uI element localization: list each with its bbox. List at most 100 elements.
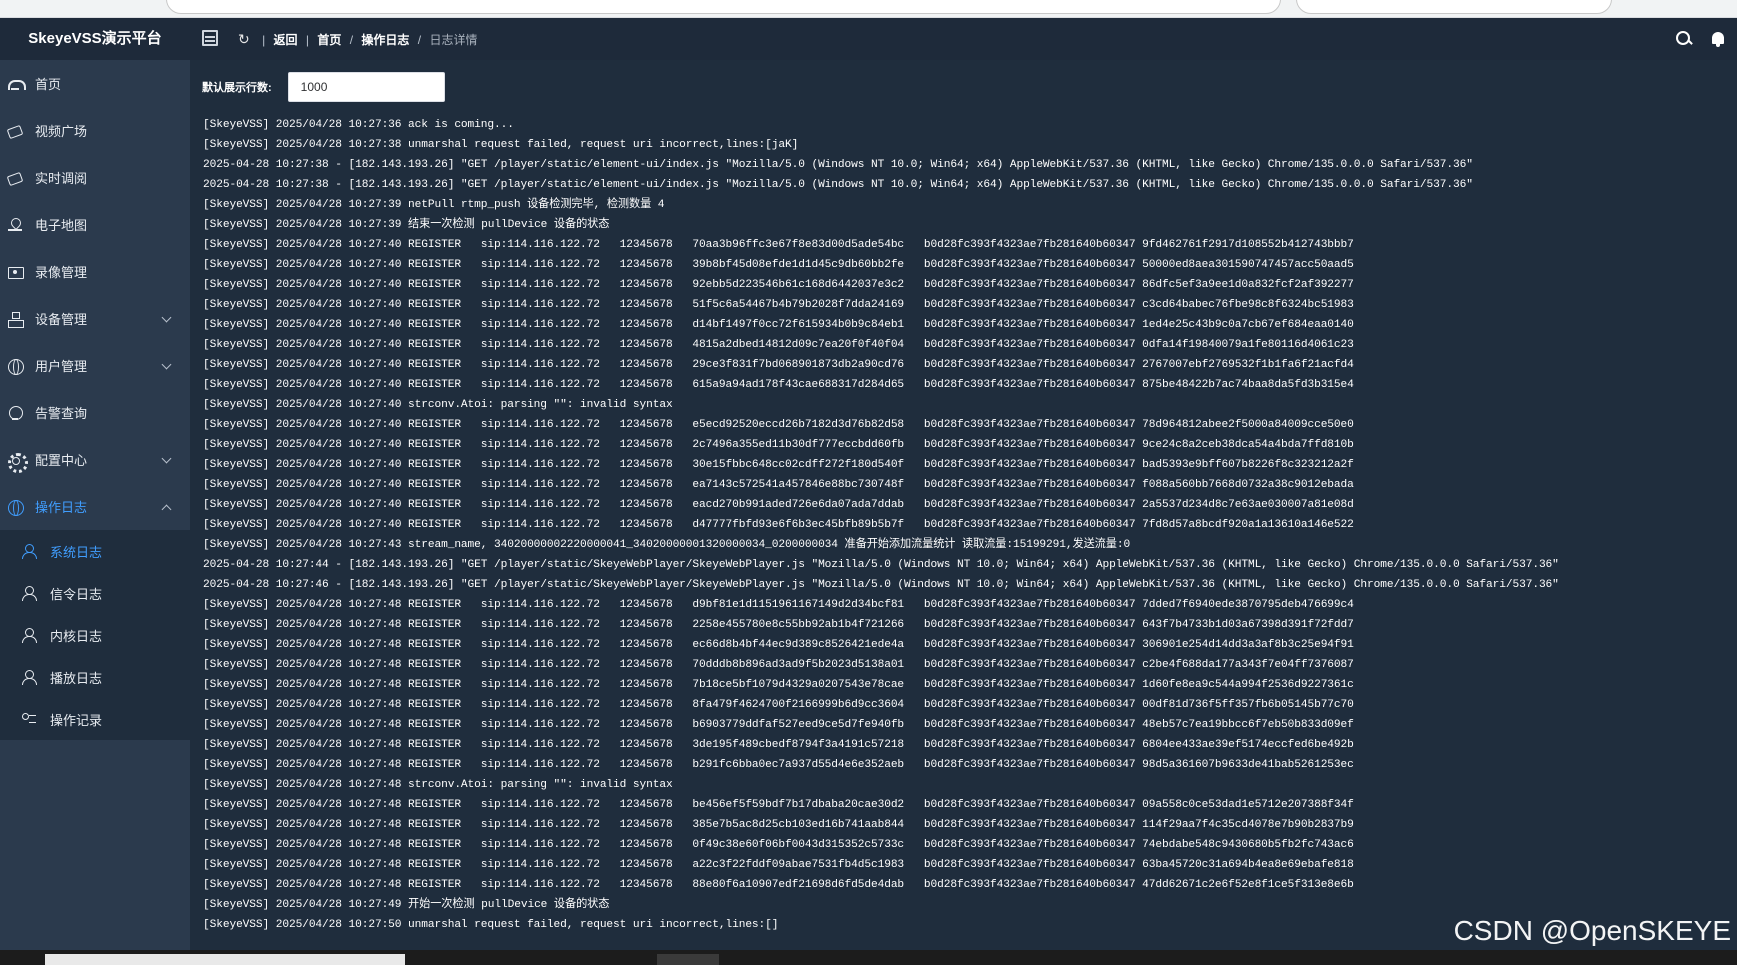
log-line: [SkeyeVSS] 2025/04/28 10:27:40 REGISTER … xyxy=(203,499,1354,511)
submenu-item-label: 内核日志 xyxy=(50,628,103,644)
video-icon xyxy=(8,171,22,185)
breadcrumb-separator: / xyxy=(417,33,422,47)
log-line: [SkeyeVSS] 2025/04/28 10:27:48 REGISTER … xyxy=(203,859,1354,871)
log-line: [SkeyeVSS] 2025/04/28 10:27:48 REGISTER … xyxy=(203,759,1354,771)
chevron-down-icon xyxy=(161,359,172,370)
device-icon xyxy=(8,311,24,328)
breadcrumb-current: 日志详情 xyxy=(429,33,478,47)
breadcrumb-bar: | xyxy=(305,33,310,47)
log-line: 2025-04-28 10:27:38 - [182.143.193.26] "… xyxy=(203,159,1473,171)
log-line: [SkeyeVSS] 2025/04/28 10:27:48 strconv.A… xyxy=(203,779,673,791)
log-line: [SkeyeVSS] 2025/04/28 10:27:40 REGISTER … xyxy=(203,519,1354,531)
submenu-item-label: 信令日志 xyxy=(50,586,103,602)
watermark: CSDN @OpenSKEYE xyxy=(1453,915,1731,946)
submenu-item-kernel-log[interactable]: 内核日志 xyxy=(0,614,190,656)
sidebar-item-recordings[interactable]: 录像管理 xyxy=(0,248,190,295)
chevron-down-icon xyxy=(161,312,172,323)
submenu-item-label: 系统日志 xyxy=(50,544,103,560)
menu-toggle-icon[interactable] xyxy=(202,30,218,46)
log-line: [SkeyeVSS] 2025/04/28 10:27:38 unmarshal… xyxy=(203,139,799,151)
log-line: [SkeyeVSS] 2025/04/28 10:27:48 REGISTER … xyxy=(203,639,1354,651)
sidebar-item-label: 设备管理 xyxy=(35,312,88,327)
submenu-item-signaling-log[interactable]: 信令日志 xyxy=(0,572,190,614)
sidebar: 首页 视频广场 实时调阅 电子地图 录像管理 设备管理 用户管理 告警查询 配置… xyxy=(0,60,190,950)
breadcrumb-separator: / xyxy=(349,33,354,47)
sidebar-item-live-view[interactable]: 实时调阅 xyxy=(0,154,190,201)
dashboard-icon xyxy=(8,77,26,91)
browser-search-box[interactable] xyxy=(1296,0,1612,14)
log-line: [SkeyeVSS] 2025/04/28 10:27:40 REGISTER … xyxy=(203,319,1354,331)
log-line: 2025-04-28 10:27:44 - [182.143.193.26] "… xyxy=(203,559,1559,571)
log-line: [SkeyeVSS] 2025/04/28 10:27:40 REGISTER … xyxy=(203,379,1354,391)
log-output[interactable]: [SkeyeVSS] 2025/04/28 10:27:36 ack is co… xyxy=(203,115,1733,945)
breadcrumb: ↻ | 返回 | 首页 / 操作日志 / 日志详情 xyxy=(238,18,477,60)
search-icon[interactable] xyxy=(1675,30,1693,48)
log-line: [SkeyeVSS] 2025/04/28 10:27:49 开始一次检测 pu… xyxy=(203,899,610,911)
log-line: [SkeyeVSS] 2025/04/28 10:27:48 REGISTER … xyxy=(203,719,1354,731)
sidebar-item-label: 视频广场 xyxy=(35,124,88,139)
log-line: [SkeyeVSS] 2025/04/28 10:27:39 netPull r… xyxy=(203,199,665,211)
address-bar[interactable] xyxy=(166,0,1281,14)
log-line: 2025-04-28 10:27:46 - [182.143.193.26] "… xyxy=(203,579,1559,591)
submenu-item-playback-log[interactable]: 播放日志 xyxy=(0,656,190,698)
globe-icon xyxy=(8,358,24,375)
log-line: [SkeyeVSS] 2025/04/28 10:27:40 REGISTER … xyxy=(203,419,1354,431)
log-line: [SkeyeVSS] 2025/04/28 10:27:48 REGISTER … xyxy=(203,819,1354,831)
submenu-item-label: 操作记录 xyxy=(50,712,103,728)
log-line: [SkeyeVSS] 2025/04/28 10:27:40 REGISTER … xyxy=(203,279,1354,291)
rows-setting: 默认展示行数: xyxy=(202,72,445,102)
sidebar-item-devices[interactable]: 设备管理 xyxy=(0,295,190,342)
log-line: [SkeyeVSS] 2025/04/28 10:27:40 REGISTER … xyxy=(203,439,1354,451)
user-icon xyxy=(22,628,37,643)
sidebar-item-config[interactable]: 配置中心 xyxy=(0,436,190,483)
log-line: [SkeyeVSS] 2025/04/28 10:27:48 REGISTER … xyxy=(203,839,1354,851)
sidebar-item-home[interactable]: 首页 xyxy=(0,60,190,107)
chevron-down-icon xyxy=(161,453,172,464)
record-icon xyxy=(8,265,24,279)
top-actions xyxy=(1675,18,1727,60)
submenu-item-operation-records[interactable]: 操作记录 xyxy=(0,698,190,740)
bell-icon[interactable] xyxy=(1709,30,1727,48)
sidebar-item-label: 电子地图 xyxy=(35,218,88,233)
top-navbar: SkeyeVSS演示平台 ↻ | 返回 | 首页 / 操作日志 / 日志详情 xyxy=(0,18,1737,60)
map-pin-icon xyxy=(8,218,22,232)
alarm-icon xyxy=(8,405,23,420)
sidebar-item-alarms[interactable]: 告警查询 xyxy=(0,389,190,436)
app-title: SkeyeVSS演示平台 xyxy=(28,30,162,47)
sidebar-item-label: 告警查询 xyxy=(35,406,88,421)
log-line: [SkeyeVSS] 2025/04/28 10:27:43 stream_na… xyxy=(203,539,1131,551)
log-line: 2025-04-28 10:27:38 - [182.143.193.26] "… xyxy=(203,179,1473,191)
log-line: [SkeyeVSS] 2025/04/28 10:27:40 REGISTER … xyxy=(203,359,1354,371)
taskbar xyxy=(0,950,1737,965)
sidebar-item-video-square[interactable]: 视频广场 xyxy=(0,107,190,154)
breadcrumb-home[interactable]: 首页 xyxy=(317,33,341,47)
log-line: [SkeyeVSS] 2025/04/28 10:27:48 REGISTER … xyxy=(203,699,1354,711)
video-icon xyxy=(8,124,22,138)
submenu-item-system-log[interactable]: 系统日志 xyxy=(0,530,190,572)
sidebar-item-operation-logs[interactable]: 操作日志 xyxy=(0,483,190,530)
breadcrumb-section[interactable]: 操作日志 xyxy=(361,33,409,47)
log-line: [SkeyeVSS] 2025/04/28 10:27:48 REGISTER … xyxy=(203,799,1354,811)
back-link[interactable]: 返回 xyxy=(274,33,298,47)
chevron-up-icon xyxy=(161,504,172,515)
user-icon xyxy=(22,586,37,601)
rows-input[interactable] xyxy=(287,72,445,102)
list-icon xyxy=(22,712,36,726)
sidebar-item-label: 操作日志 xyxy=(35,500,88,515)
log-line: [SkeyeVSS] 2025/04/28 10:27:48 REGISTER … xyxy=(203,679,1354,691)
browser-toolbar xyxy=(0,0,1737,18)
log-line: [SkeyeVSS] 2025/04/28 10:27:48 REGISTER … xyxy=(203,879,1354,891)
taskbar-app[interactable] xyxy=(657,954,719,965)
log-line: [SkeyeVSS] 2025/04/28 10:27:48 REGISTER … xyxy=(203,659,1354,671)
rows-label: 默认展示行数: xyxy=(202,82,272,94)
sidebar-item-users[interactable]: 用户管理 xyxy=(0,342,190,389)
operation-logs-submenu: 系统日志 信令日志 内核日志 播放日志 操作记录 xyxy=(0,530,190,740)
log-line: [SkeyeVSS] 2025/04/28 10:27:40 REGISTER … xyxy=(203,299,1354,311)
log-line: [SkeyeVSS] 2025/04/28 10:27:40 REGISTER … xyxy=(203,239,1354,251)
taskbar-app[interactable] xyxy=(45,954,405,965)
sidebar-item-emap[interactable]: 电子地图 xyxy=(0,201,190,248)
refresh-icon[interactable]: ↻ xyxy=(238,18,250,60)
log-line: [SkeyeVSS] 2025/04/28 10:27:48 REGISTER … xyxy=(203,599,1354,611)
gear-icon xyxy=(8,452,28,473)
log-line: [SkeyeVSS] 2025/04/28 10:27:39 结束一次检测 pu… xyxy=(203,219,610,231)
